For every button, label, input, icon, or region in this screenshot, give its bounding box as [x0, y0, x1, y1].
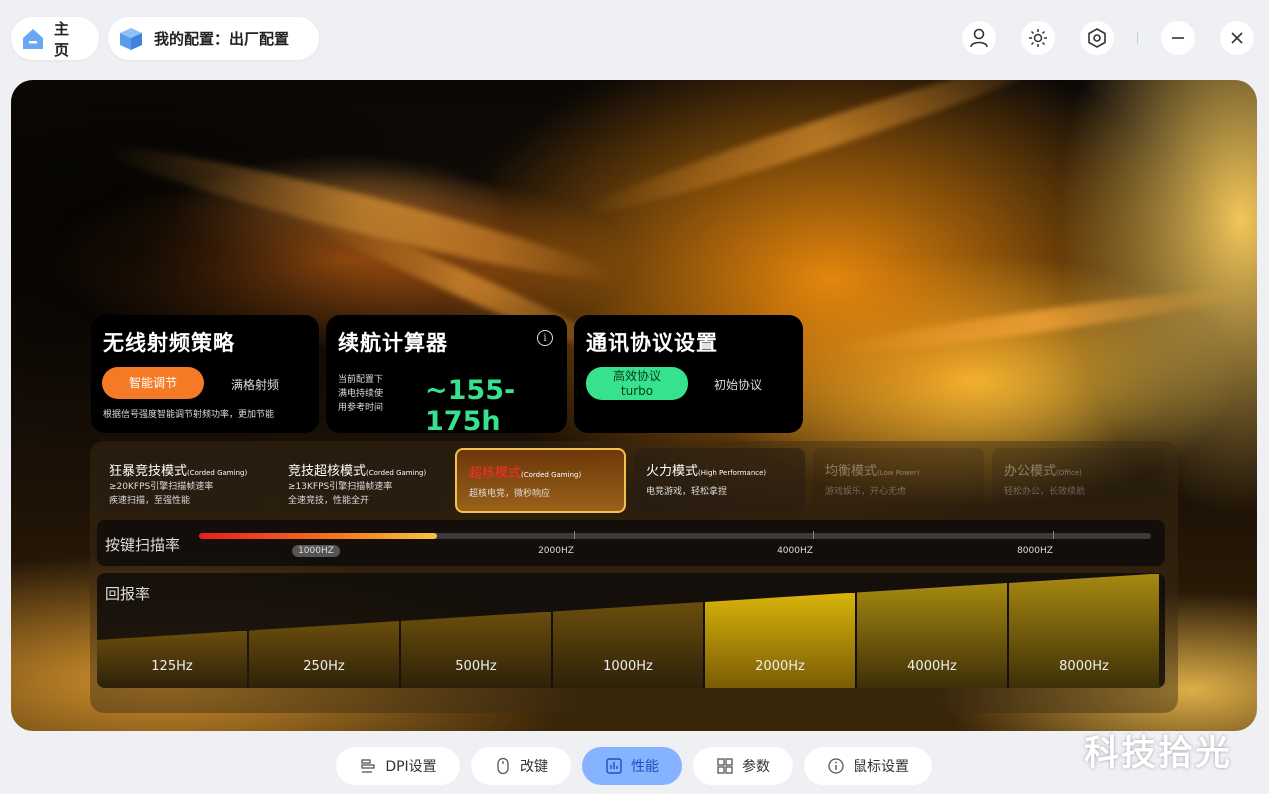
- scan-rate-fill: [199, 533, 437, 539]
- report-rate-label-3: 1000Hz: [603, 659, 653, 674]
- cube-icon: [116, 24, 146, 54]
- radio-strategy-card: 无线射频策略 智能调节 满格射频 根据信号强度智能调节射频功率，更加节能: [91, 315, 319, 433]
- profile-label: 我的配置：出厂配置: [154, 30, 290, 48]
- turbo-protocol-option[interactable]: 高效协议 turbo: [586, 367, 688, 400]
- report-rate-option[interactable]: [249, 621, 399, 688]
- scan-rate-option[interactable]: 8000HZ: [1011, 545, 1059, 557]
- info-circle-icon: [828, 758, 844, 774]
- user-button[interactable]: [962, 21, 996, 55]
- mode-berserk[interactable]: 狂暴竞技模式(Corded Gaming) ≥20KFPS引擎扫描帧速率 疾速扫描…: [97, 448, 268, 513]
- toolbar-divider: [1137, 32, 1138, 44]
- nav-parameters[interactable]: 参数: [693, 747, 793, 785]
- scan-rate-row: 按键扫描率 1000HZ 2000HZ 4000HZ 8000HZ: [97, 520, 1165, 566]
- nav-key-binding[interactable]: 改键: [471, 747, 571, 785]
- minimize-icon: [1172, 37, 1184, 39]
- mode-firepower[interactable]: 火力模式(High Performance) 电竞游戏，轻松拿捏: [634, 448, 805, 513]
- report-rate-label-4: 2000Hz: [755, 659, 805, 674]
- gear-icon: [1088, 28, 1106, 48]
- smart-adjust-option[interactable]: 智能调节: [102, 367, 204, 399]
- scan-rate-option[interactable]: 4000HZ: [771, 545, 819, 557]
- sun-icon: [1029, 29, 1047, 47]
- close-icon: [1231, 32, 1243, 44]
- scan-rate-label: 按键扫描率: [105, 536, 181, 554]
- home-label: 主页: [54, 19, 70, 59]
- report-rate-label-1: 250Hz: [303, 659, 345, 674]
- scan-rate-option[interactable]: 1000HZ: [292, 545, 340, 557]
- scan-rate-tick: [813, 531, 814, 539]
- list-icon: [361, 759, 375, 773]
- battery-estimate: ~155-175h: [425, 375, 516, 437]
- default-protocol-option[interactable]: 初始协议: [714, 376, 762, 393]
- report-rate-label-5: 4000Hz: [907, 659, 957, 674]
- grid-icon: [717, 758, 733, 774]
- nav-performance[interactable]: 性能: [582, 747, 682, 785]
- scan-rate-slider[interactable]: [199, 531, 1151, 539]
- mouse-icon: [497, 757, 509, 775]
- report-rate-label-2: 500Hz: [455, 659, 497, 674]
- home-icon: [19, 24, 46, 54]
- report-rate-label-6: 8000Hz: [1059, 659, 1109, 674]
- report-rate-row: 回报率 125Hz 250Hz 500Hz 1000Hz 2000Hz 4000Hz 800…: [97, 573, 1165, 688]
- chart-icon: [606, 758, 622, 774]
- report-rate-option[interactable]: [553, 602, 703, 688]
- battery-calculator-card: 续航计算器 i 当前配置下 满电持续使 用参考时间 ~155-175h: [326, 315, 567, 437]
- brightness-button[interactable]: [1021, 21, 1055, 55]
- watermark: 科技拾光: [1084, 734, 1233, 774]
- report-rate-option[interactable]: [401, 611, 551, 688]
- home-button[interactable]: 主页: [11, 17, 99, 60]
- full-power-option[interactable]: 满格射频: [231, 376, 279, 393]
- battery-note: 当前配置下 满电持续使 用参考时间: [338, 375, 384, 413]
- scan-rate-tick: [1053, 531, 1054, 539]
- scan-rate-option[interactable]: 2000HZ: [532, 545, 580, 557]
- mode-balanced[interactable]: 均衡模式(Low Power) 游戏娱乐，开心无虑: [813, 448, 984, 513]
- close-button[interactable]: [1220, 21, 1254, 55]
- radio-card-title: 无线射频策略: [103, 331, 235, 355]
- mode-office[interactable]: 办公模式(Office) 轻松办公，长效续航: [992, 448, 1164, 513]
- info-icon[interactable]: i: [537, 330, 553, 346]
- settings-button[interactable]: [1080, 21, 1114, 55]
- user-icon: [970, 28, 988, 48]
- nav-mouse-settings[interactable]: 鼠标设置: [804, 747, 932, 785]
- minimize-button[interactable]: [1161, 21, 1195, 55]
- profile-selector[interactable]: 我的配置：出厂配置: [108, 17, 319, 60]
- mode-super-core[interactable]: 超核模式(Corded Gaming) 超核电竞，微秒响应: [455, 448, 626, 513]
- protocol-settings-card: 通讯协议设置 高效协议 turbo 初始协议: [574, 315, 803, 433]
- report-rate-label: 回报率: [105, 585, 151, 603]
- mode-competitive-core[interactable]: 竞技超核模式(Corded Gaming) ≥13KFPS引擎扫描帧速率 全速竞技…: [276, 448, 447, 513]
- battery-card-title: 续航计算器: [338, 331, 448, 355]
- radio-card-description: 根据信号强度智能调节射频功率，更加节能: [103, 410, 275, 420]
- protocol-card-title: 通讯协议设置: [586, 331, 718, 355]
- report-rate-label-0: 125Hz: [151, 659, 193, 674]
- scan-rate-tick: [574, 531, 575, 539]
- nav-dpi-settings[interactable]: DPI设置: [336, 747, 460, 785]
